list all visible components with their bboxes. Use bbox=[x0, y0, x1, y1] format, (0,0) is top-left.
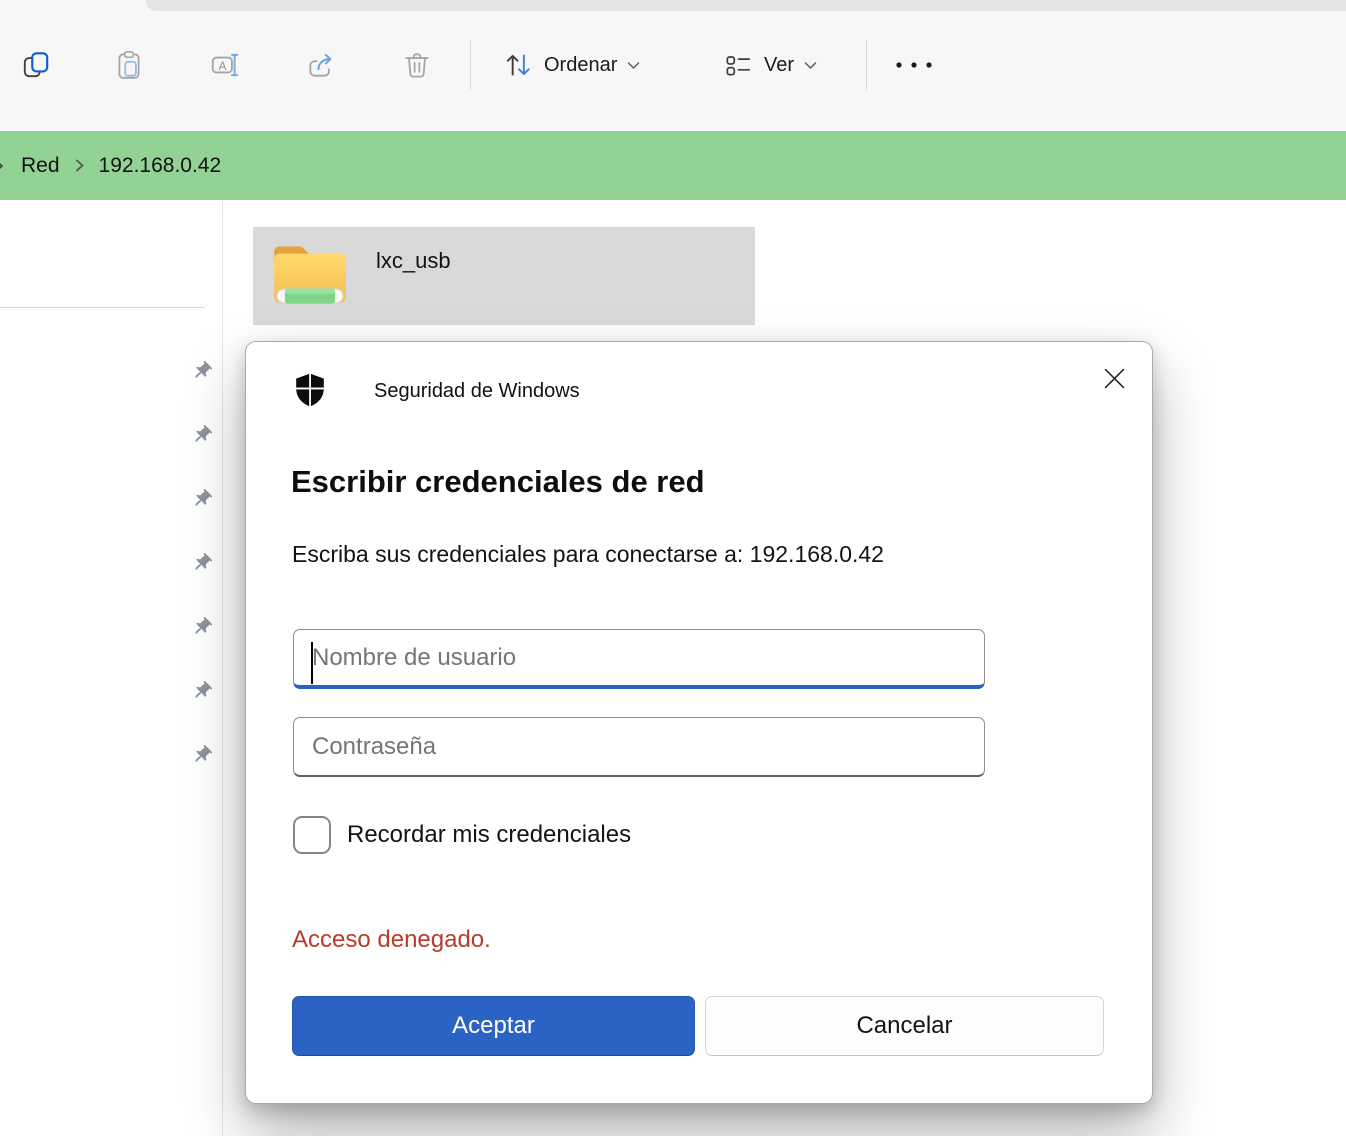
navigation-pane-divider bbox=[222, 200, 223, 1136]
breadcrumb: Red 192.168.0.42 bbox=[0, 131, 1346, 200]
dialog-title: Escribir credenciales de red bbox=[291, 464, 705, 500]
sort-dropdown[interactable]: Ordenar bbox=[492, 38, 650, 92]
security-shield-icon bbox=[293, 372, 327, 409]
share-icon bbox=[305, 49, 337, 81]
windows-security-dialog: Seguridad de Windows Escribir credencial… bbox=[245, 341, 1153, 1104]
delete-icon bbox=[401, 49, 433, 81]
rename-icon: A bbox=[209, 49, 241, 81]
sidebar-pin-column bbox=[191, 360, 213, 766]
text-caret bbox=[311, 642, 313, 684]
error-message: Acceso denegado. bbox=[292, 926, 491, 954]
toolbar-divider bbox=[470, 40, 471, 90]
view-icon bbox=[722, 49, 754, 81]
tab-strip-remainder bbox=[146, 0, 1346, 11]
view-dropdown[interactable]: Ver bbox=[712, 38, 827, 92]
chevron-right-icon bbox=[0, 158, 5, 174]
remember-credentials-checkbox[interactable] bbox=[293, 816, 331, 854]
pin-icon[interactable] bbox=[186, 739, 217, 770]
paste-button[interactable] bbox=[101, 38, 157, 92]
pin-icon[interactable] bbox=[186, 483, 217, 514]
delete-button[interactable] bbox=[389, 38, 445, 92]
close-icon bbox=[1103, 367, 1126, 390]
pin-icon[interactable] bbox=[186, 355, 217, 386]
more-options-button[interactable] bbox=[886, 38, 942, 92]
paste-icon bbox=[113, 49, 145, 81]
pin-icon[interactable] bbox=[186, 611, 217, 642]
breadcrumb-item-host[interactable]: 192.168.0.42 bbox=[95, 148, 226, 184]
chevron-down-icon bbox=[804, 61, 817, 70]
share-button[interactable] bbox=[293, 38, 349, 92]
view-label: Ver bbox=[764, 54, 794, 77]
pin-icon[interactable] bbox=[186, 419, 217, 450]
file-name: lxc_usb bbox=[376, 248, 451, 274]
shared-folder-icon bbox=[267, 233, 353, 319]
copy-icon bbox=[20, 49, 52, 81]
svg-text:A: A bbox=[219, 60, 227, 73]
remember-credentials-label[interactable]: Recordar mis credenciales bbox=[347, 821, 631, 849]
ellipsis-icon bbox=[892, 60, 936, 70]
sort-label: Ordenar bbox=[544, 54, 617, 77]
ok-button[interactable]: Aceptar bbox=[292, 996, 695, 1056]
pin-icon[interactable] bbox=[186, 675, 217, 706]
rename-button[interactable]: A bbox=[197, 38, 253, 92]
cancel-button[interactable]: Cancelar bbox=[705, 996, 1104, 1056]
breadcrumb-item-red[interactable]: Red bbox=[17, 148, 64, 184]
close-button[interactable] bbox=[1086, 352, 1142, 404]
copy-button[interactable] bbox=[8, 38, 64, 92]
pin-icon[interactable] bbox=[186, 547, 217, 578]
username-input[interactable] bbox=[293, 629, 985, 689]
file-row-lxc-usb[interactable]: lxc_usb bbox=[253, 227, 755, 325]
chevron-down-icon bbox=[627, 61, 640, 70]
dialog-app-title: Seguridad de Windows bbox=[374, 380, 580, 403]
sort-icon bbox=[502, 49, 534, 81]
explorer-toolbar: A Ordena bbox=[0, 0, 1346, 130]
toolbar-divider bbox=[866, 40, 867, 90]
password-input[interactable] bbox=[293, 717, 985, 777]
dialog-subtitle: Escriba sus credenciales para conectarse… bbox=[292, 541, 884, 568]
chevron-right-icon bbox=[74, 158, 85, 173]
sidebar-section-divider bbox=[0, 307, 205, 308]
